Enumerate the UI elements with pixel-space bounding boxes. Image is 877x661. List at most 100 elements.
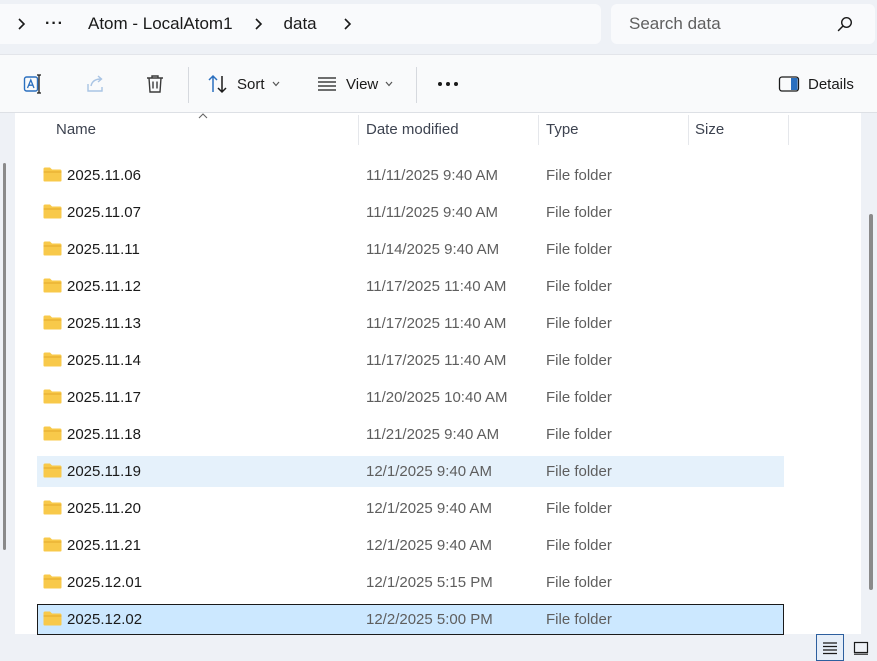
file-name[interactable]: 2025.11.12 xyxy=(67,271,141,302)
sort-icon xyxy=(208,74,227,94)
file-type: File folder xyxy=(546,463,612,480)
chevron-right-icon[interactable] xyxy=(13,16,29,32)
file-name[interactable]: 2025.11.07 xyxy=(67,197,141,228)
column-divider[interactable] xyxy=(688,115,689,145)
folder-icon xyxy=(43,352,62,367)
delete-button[interactable] xyxy=(143,55,167,113)
details-view-icon xyxy=(823,641,837,654)
table-row[interactable]: 2025.11.11 11/14/2025 9:40 AM File folde… xyxy=(37,234,784,265)
toolbar-divider xyxy=(416,67,417,103)
share-button[interactable] xyxy=(84,55,108,113)
column-divider[interactable] xyxy=(788,115,789,145)
file-type: File folder xyxy=(546,537,612,554)
folder-icon xyxy=(43,574,62,589)
file-list-scrollbar[interactable] xyxy=(869,214,873,590)
delete-icon xyxy=(147,75,163,93)
column-header-date-modified[interactable]: Date modified xyxy=(366,113,459,145)
rename-button[interactable] xyxy=(22,55,46,113)
details-pane-icon xyxy=(778,76,800,92)
folder-icon xyxy=(43,389,62,404)
table-row[interactable]: 2025.12.01 12/1/2025 5:15 PM File folder xyxy=(37,567,784,598)
column-header-name[interactable]: Name xyxy=(56,113,96,145)
file-name[interactable]: 2025.11.17 xyxy=(67,382,141,413)
chevron-right-icon[interactable] xyxy=(339,16,355,32)
folder-icon xyxy=(43,463,62,478)
table-row[interactable]: 2025.11.14 11/17/2025 11:40 AM File fold… xyxy=(37,345,784,376)
file-type: File folder xyxy=(546,278,612,295)
breadcrumb-item-data[interactable]: data xyxy=(284,14,317,34)
address-bar[interactable]: ··· Atom - LocalAtom1 data xyxy=(0,4,601,44)
details-pane-button[interactable]: Details xyxy=(778,55,854,113)
column-header-size[interactable]: Size xyxy=(695,113,724,145)
file-date-modified: 12/1/2025 9:40 AM xyxy=(366,463,492,480)
file-date-modified: 12/1/2025 5:15 PM xyxy=(366,574,493,591)
column-header-type[interactable]: Type xyxy=(546,113,579,145)
file-name[interactable]: 2025.12.01 xyxy=(67,567,142,598)
file-type: File folder xyxy=(546,241,612,258)
file-date-modified: 11/21/2025 9:40 AM xyxy=(366,426,500,443)
file-date-modified: 12/1/2025 9:40 AM xyxy=(366,537,492,554)
table-row-selected[interactable]: 2025.12.02 12/2/2025 5:00 PM File folder xyxy=(37,604,784,635)
large-icons-view-button[interactable] xyxy=(847,634,875,661)
file-name[interactable]: 2025.11.19 xyxy=(67,456,141,487)
file-type: File folder xyxy=(546,167,612,184)
file-date-modified: 12/1/2025 9:40 AM xyxy=(366,500,492,517)
file-name[interactable]: 2025.11.13 xyxy=(67,308,141,339)
search-box[interactable] xyxy=(611,4,875,44)
navigation-pane-scrollbar[interactable] xyxy=(3,163,6,550)
table-row[interactable]: 2025.11.06 11/11/2025 9:40 AM File folde… xyxy=(37,160,784,191)
file-type: File folder xyxy=(546,204,612,221)
file-date-modified: 11/11/2025 9:40 AM xyxy=(366,204,499,221)
file-name[interactable]: 2025.11.14 xyxy=(67,345,141,376)
folder-icon xyxy=(43,241,62,256)
column-divider[interactable] xyxy=(358,115,359,145)
search-icon[interactable] xyxy=(837,16,853,32)
file-name[interactable]: 2025.11.06 xyxy=(67,160,141,191)
column-divider[interactable] xyxy=(538,115,539,145)
address-bar-row: ··· Atom - LocalAtom1 data xyxy=(0,0,877,54)
folder-icon xyxy=(43,426,62,441)
table-row[interactable]: 2025.11.18 11/21/2025 9:40 AM File folde… xyxy=(37,419,784,450)
rename-icon xyxy=(23,74,41,94)
details-view-button[interactable] xyxy=(816,634,844,661)
file-name[interactable]: 2025.11.21 xyxy=(67,530,141,561)
file-date-modified: 11/11/2025 9:40 AM xyxy=(366,167,499,184)
table-row[interactable]: 2025.11.20 12/1/2025 9:40 AM File folder xyxy=(37,493,784,524)
folder-icon xyxy=(43,167,62,182)
chevron-right-icon[interactable] xyxy=(250,16,266,32)
folder-icon xyxy=(43,278,62,293)
breadcrumb-item-atom-localatom1[interactable]: Atom - LocalAtom1 xyxy=(88,14,233,34)
sort-button[interactable]: Sort xyxy=(207,55,280,113)
breadcrumb-overflow-button[interactable]: ··· xyxy=(45,15,64,33)
table-row[interactable]: 2025.11.07 11/11/2025 9:40 AM File folde… xyxy=(37,197,784,228)
file-type: File folder xyxy=(546,574,612,591)
file-type: File folder xyxy=(546,389,612,406)
folder-icon xyxy=(43,500,62,515)
table-row-hovered[interactable]: 2025.11.19 12/1/2025 9:40 AM File folder xyxy=(37,456,784,487)
file-name[interactable]: 2025.12.02 xyxy=(67,604,142,635)
table-row[interactable]: 2025.11.12 11/17/2025 11:40 AM File fold… xyxy=(37,271,784,302)
file-date-modified: 11/17/2025 11:40 AM xyxy=(366,315,507,332)
table-row[interactable]: 2025.11.21 12/1/2025 9:40 AM File folder xyxy=(37,530,784,561)
file-name[interactable]: 2025.11.11 xyxy=(67,234,140,265)
file-type: File folder xyxy=(546,315,612,332)
column-header-row: Name Date modified Type Size xyxy=(15,113,861,145)
more-options-button[interactable] xyxy=(437,55,459,113)
file-type: File folder xyxy=(546,500,612,517)
folder-icon xyxy=(43,537,62,552)
file-type: File folder xyxy=(546,352,612,369)
file-date-modified: 11/17/2025 11:40 AM xyxy=(366,278,507,295)
file-type: File folder xyxy=(546,611,612,628)
file-name[interactable]: 2025.11.18 xyxy=(67,419,141,450)
table-row[interactable]: 2025.11.13 11/17/2025 11:40 AM File fold… xyxy=(37,308,784,339)
command-bar: Sort View Details xyxy=(0,54,877,113)
chevron-down-icon xyxy=(272,81,279,87)
file-date-modified: 12/2/2025 5:00 PM xyxy=(366,611,493,628)
file-name[interactable]: 2025.11.20 xyxy=(67,493,141,524)
search-input[interactable] xyxy=(629,14,829,34)
view-button[interactable]: View xyxy=(316,55,393,113)
table-row[interactable]: 2025.11.17 11/20/2025 10:40 AM File fold… xyxy=(37,382,784,413)
folder-icon xyxy=(43,611,62,626)
view-label: View xyxy=(346,75,379,93)
file-type: File folder xyxy=(546,426,612,443)
